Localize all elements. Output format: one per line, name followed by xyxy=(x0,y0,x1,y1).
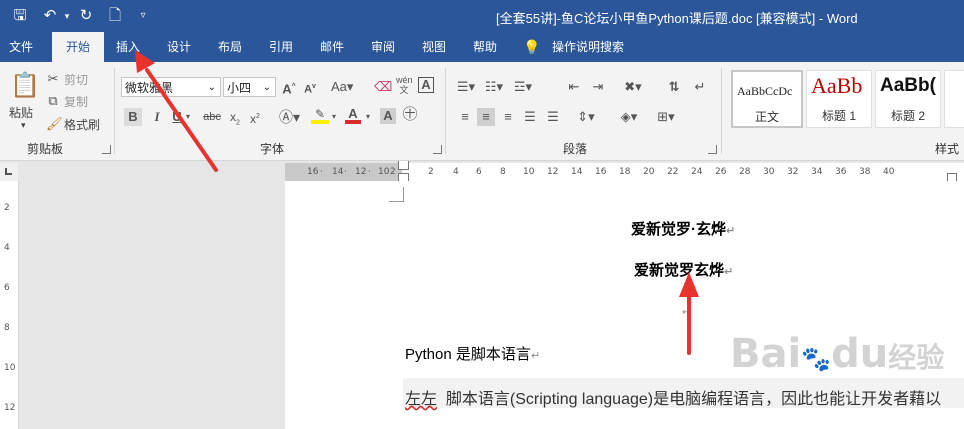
arrow-to-insert-tab xyxy=(145,68,218,172)
arrowhead-name xyxy=(679,272,699,297)
annotation-arrows xyxy=(135,50,699,355)
arrowhead-insert-tab xyxy=(135,50,155,73)
